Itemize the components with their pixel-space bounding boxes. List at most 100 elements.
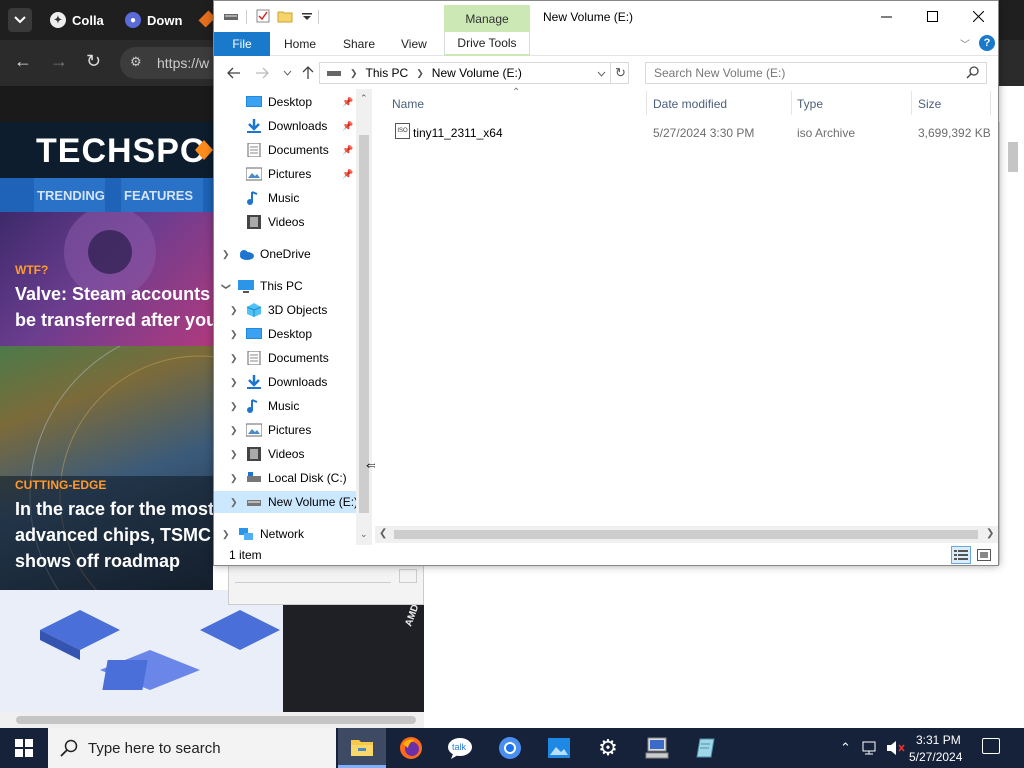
tab-drive-tools[interactable]: Drive Tools <box>444 32 530 56</box>
scroll-up-arrow-icon[interactable]: ⌃ <box>360 93 368 104</box>
page-vertical-scrollbar[interactable] <box>999 122 1024 565</box>
back-arrow-icon[interactable]: ← <box>14 51 32 72</box>
nav-item-videos[interactable]: ❯ Videos <box>214 443 356 465</box>
expand-chevron-icon[interactable]: ❯ <box>230 329 238 340</box>
expand-chevron-icon[interactable]: ❯ <box>230 353 238 364</box>
minimize-button[interactable] <box>863 1 909 32</box>
tab-list-button[interactable] <box>8 8 32 32</box>
taskbar-firefox[interactable] <box>387 728 435 768</box>
nav-item-videos-quick[interactable]: Videos <box>214 211 356 233</box>
column-header-size[interactable]: Size <box>918 97 941 111</box>
show-hidden-icons-icon[interactable]: ⌃ <box>840 740 851 756</box>
network-status-icon[interactable] <box>862 740 880 756</box>
column-header-type[interactable]: Type <box>797 97 823 111</box>
breadcrumb-this-pc[interactable]: This PC <box>366 66 409 80</box>
taskbar-photos[interactable] <box>535 728 583 768</box>
tab-home[interactable]: Home <box>284 32 316 56</box>
expand-chevron-icon[interactable]: ❯ <box>230 473 238 484</box>
column-header-date-modified[interactable]: Date modified <box>653 97 727 111</box>
forward-button[interactable] <box>252 63 272 83</box>
drive-icon[interactable] <box>223 9 239 23</box>
back-button[interactable] <box>224 63 244 83</box>
nav-item-desktop-quick[interactable]: Desktop 📌 <box>214 91 356 113</box>
site-logo[interactable]: TECHSPO <box>36 132 207 171</box>
properties-icon[interactable] <box>255 9 271 23</box>
article-card[interactable] <box>0 590 283 712</box>
nav-item-music[interactable]: ❯ Music <box>214 395 356 417</box>
clock-time[interactable]: 3:31 PM <box>916 733 961 747</box>
tab-view[interactable]: View <box>401 32 427 56</box>
site-settings-icon[interactable]: ⚙ <box>130 54 142 70</box>
expand-chevron-icon[interactable]: ❯ <box>230 449 238 460</box>
details-view-button[interactable] <box>951 546 971 564</box>
nav-item-local-disk-c[interactable]: ❯ Local Disk (C:) <box>214 467 356 489</box>
nav-item-this-pc[interactable]: ❯ This PC <box>214 275 356 297</box>
article-card[interactable]: AMD <box>283 590 424 712</box>
scroll-left-arrow-icon[interactable]: ❮ <box>379 528 387 539</box>
clock-date[interactable]: 5/27/2024 <box>909 750 962 764</box>
customize-toolbar-icon[interactable] <box>299 9 315 23</box>
file-list-scrollbar-thumb[interactable] <box>394 530 978 539</box>
nav-item-new-volume-e[interactable]: ❯ New Volume (E:) <box>214 491 358 513</box>
page-scrollbar-thumb[interactable] <box>16 716 416 724</box>
taskbar-computer[interactable] <box>633 728 681 768</box>
dialog-button[interactable] <box>399 569 417 583</box>
expand-chevron-icon[interactable]: ❯ <box>230 401 238 412</box>
close-button[interactable] <box>955 1 1001 32</box>
start-button[interactable] <box>0 728 48 768</box>
large-icons-view-button[interactable] <box>974 546 994 564</box>
taskbar-talk[interactable]: talk <box>436 728 484 768</box>
column-divider[interactable] <box>911 91 912 115</box>
expand-chevron-icon[interactable]: ❯ <box>220 282 231 290</box>
breadcrumb-new-volume[interactable]: New Volume (E:) <box>432 66 522 80</box>
nav-item-documents[interactable]: ❯ Documents <box>214 347 356 369</box>
expand-chevron-icon[interactable]: ❯ <box>230 377 238 388</box>
volume-muted-icon[interactable] <box>886 740 906 756</box>
tab-share[interactable]: Share <box>343 32 375 56</box>
recent-locations-button[interactable] <box>277 63 297 83</box>
search-input[interactable]: Search New Volume (E:) <box>645 62 987 84</box>
expand-chevron-icon[interactable]: ❯ <box>222 529 230 540</box>
nav-item-desktop[interactable]: ❯ Desktop <box>214 323 356 345</box>
up-button[interactable] <box>298 63 318 83</box>
column-header-name[interactable]: Name <box>392 97 424 111</box>
expand-chevron-icon[interactable]: ❯ <box>230 425 238 436</box>
column-divider[interactable] <box>791 91 792 115</box>
nav-item-downloads-quick[interactable]: Downloads 📌 <box>214 115 356 137</box>
new-folder-icon[interactable] <box>277 9 293 23</box>
expand-chevron-icon[interactable]: ❯ <box>222 249 230 260</box>
nav-item-pictures-quick[interactable]: Pictures 📌 <box>214 163 356 185</box>
expand-ribbon-icon[interactable]: ﹀ <box>960 36 970 51</box>
tab-file[interactable]: File <box>214 32 270 56</box>
reload-icon[interactable]: ↻ <box>86 51 101 72</box>
site-nav-features[interactable]: FEATURES <box>121 178 203 212</box>
taskbar-chrome[interactable] <box>486 728 534 768</box>
nav-item-network[interactable]: ❯ Network <box>214 523 356 545</box>
column-divider[interactable] <box>990 91 991 115</box>
column-divider[interactable] <box>646 91 647 115</box>
nav-item-music-quick[interactable]: Music <box>214 187 356 209</box>
taskbar-notepad[interactable] <box>682 728 730 768</box>
forward-arrow-icon[interactable]: → <box>50 51 68 72</box>
site-nav-trending[interactable]: TRENDING <box>34 178 105 212</box>
taskbar-settings[interactable]: ⚙ <box>584 728 632 768</box>
scroll-down-arrow-icon[interactable]: ⌄ <box>360 529 368 540</box>
notifications-icon[interactable] <box>982 738 1000 754</box>
expand-chevron-icon[interactable]: ❯ <box>230 305 238 316</box>
chevron-down-icon[interactable] <box>597 71 606 77</box>
nav-item-pictures[interactable]: ❯ Pictures <box>214 419 356 441</box>
browser-tab-download[interactable]: ● Down <box>125 8 182 32</box>
taskbar-file-explorer[interactable] <box>338 728 386 768</box>
refresh-icon[interactable]: ↻ <box>615 65 626 81</box>
nav-item-downloads[interactable]: ❯ Downloads <box>214 371 356 393</box>
expand-chevron-icon[interactable]: ❯ <box>230 497 238 508</box>
breadcrumb[interactable]: ❯ This PC ❯ New Volume (E:) ↻ <box>319 62 629 84</box>
scroll-right-arrow-icon[interactable]: ❯ <box>986 528 994 539</box>
nav-item-onedrive[interactable]: ❯ OneDrive <box>214 243 356 265</box>
browser-tab-collab[interactable]: ✦ Colla <box>50 8 104 32</box>
nav-item-3d-objects[interactable]: ❯ 3D Objects <box>214 299 356 321</box>
nav-item-documents-quick[interactable]: Documents 📌 <box>214 139 356 161</box>
maximize-button[interactable] <box>909 1 955 32</box>
page-scrollbar-thumb[interactable] <box>1008 142 1018 172</box>
help-icon[interactable]: ? <box>979 35 995 51</box>
